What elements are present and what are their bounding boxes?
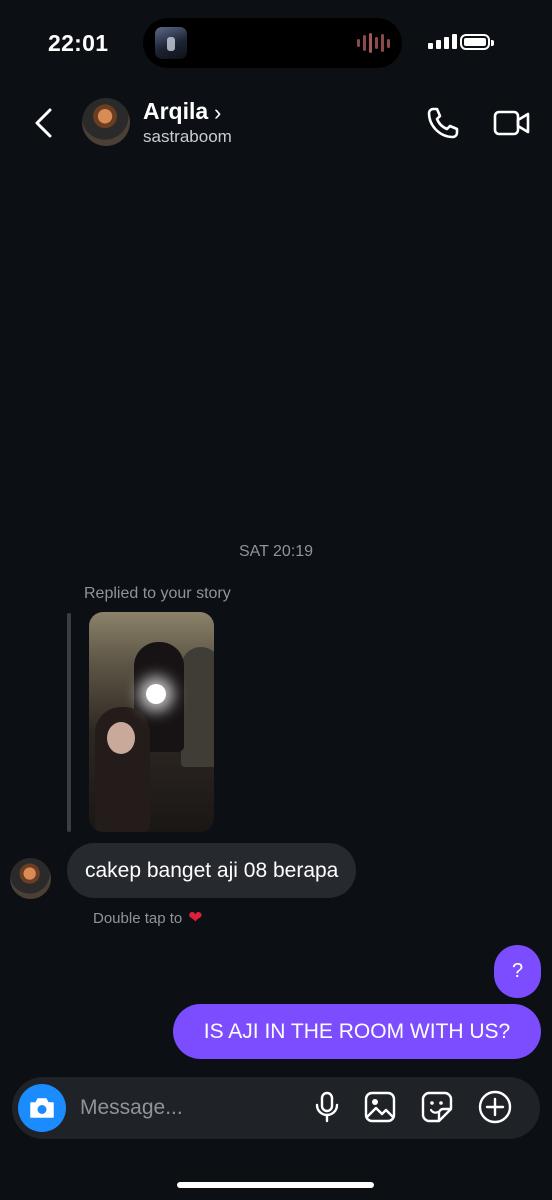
- phone-icon: [427, 107, 459, 139]
- gallery-icon: [364, 1091, 396, 1123]
- video-call-button[interactable]: [492, 104, 532, 142]
- voice-message-button[interactable]: [309, 1089, 345, 1125]
- sender-avatar[interactable]: [10, 858, 51, 899]
- thread-timestamp: SAT 20:19: [238, 543, 314, 560]
- audio-waveform-icon: [357, 33, 390, 53]
- now-playing-thumbnail: [155, 27, 187, 59]
- sticker-button[interactable]: [419, 1089, 455, 1125]
- status-time: 22:01: [48, 30, 109, 56]
- cellular-signal-icon: [428, 34, 457, 49]
- heart-icon: ❤: [188, 908, 203, 927]
- back-button[interactable]: [28, 104, 62, 142]
- dynamic-island[interactable]: [143, 18, 402, 68]
- double-tap-label: Double tap to: [93, 909, 183, 927]
- video-camera-icon: [493, 110, 530, 136]
- chevron-right-icon[interactable]: ›: [214, 100, 221, 126]
- voice-call-button[interactable]: [424, 104, 464, 142]
- outgoing-message[interactable]: ?: [494, 945, 541, 998]
- more-options-button[interactable]: [477, 1089, 513, 1125]
- contact-name[interactable]: Arqila: [143, 98, 208, 125]
- battery-icon: [460, 34, 494, 50]
- camera-icon: [30, 1098, 54, 1118]
- plus-circle-icon: [478, 1090, 512, 1124]
- outgoing-message[interactable]: IS AJI IN THE ROOM WITH US?: [173, 1004, 541, 1059]
- incoming-message[interactable]: cakep banget aji 08 berapa: [67, 843, 357, 898]
- story-preview-image[interactable]: [89, 612, 214, 832]
- message-input[interactable]: [80, 1087, 300, 1129]
- double-tap-hint: Double tap to ❤: [93, 908, 202, 928]
- contact-username[interactable]: sastraboom: [143, 127, 232, 147]
- replied-to-story-label: Replied to your story: [84, 585, 231, 602]
- camera-button[interactable]: [18, 1084, 66, 1132]
- chevron-left-icon: [35, 108, 52, 138]
- microphone-icon: [315, 1091, 339, 1123]
- sticker-icon: [421, 1091, 453, 1123]
- home-indicator[interactable]: [177, 1182, 374, 1188]
- contact-avatar[interactable]: [82, 98, 130, 146]
- gallery-button[interactable]: [362, 1089, 398, 1125]
- reply-indicator-bar: [67, 613, 71, 832]
